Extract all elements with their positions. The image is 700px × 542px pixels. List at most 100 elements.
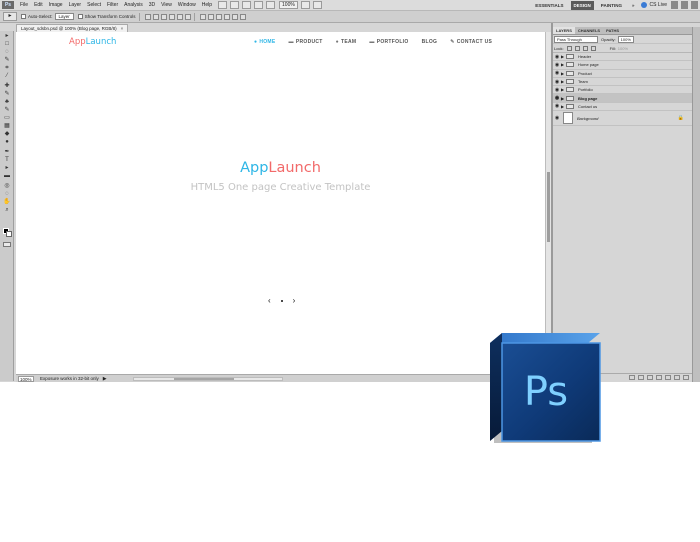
slider-dot[interactable] xyxy=(280,299,283,302)
hand-tool-button[interactable] xyxy=(254,1,264,9)
menu-view[interactable]: View xyxy=(158,2,175,8)
zoom-level-select[interactable]: 100% xyxy=(279,1,298,9)
lasso-tool-icon[interactable]: ◌ xyxy=(3,49,11,55)
auto-select-checkbox[interactable] xyxy=(21,14,26,19)
arrange-documents-button[interactable] xyxy=(300,1,310,9)
horizontal-scrollbar[interactable] xyxy=(132,376,283,381)
lock-pixels-icon[interactable] xyxy=(574,45,580,51)
align-right-icon[interactable] xyxy=(184,13,191,20)
close-document-icon[interactable]: × xyxy=(121,26,124,31)
view-extras-button[interactable] xyxy=(242,1,252,9)
nav-item-product[interactable]: ▬ PRODUCT xyxy=(289,39,323,45)
panel-tab-channels[interactable]: CHANNELS xyxy=(575,27,603,34)
workspace-design[interactable]: DESIGN xyxy=(570,0,594,10)
distribute-top-icon[interactable] xyxy=(199,13,206,20)
distribute-vcenter-icon[interactable] xyxy=(207,13,214,20)
delete-layer-icon[interactable] xyxy=(683,375,689,380)
visibility-eye-icon[interactable]: ◉ xyxy=(553,62,561,68)
adjustment-layer-icon[interactable] xyxy=(656,375,662,380)
healing-brush-tool-icon[interactable]: ✚ xyxy=(3,83,11,89)
move-tool-icon[interactable]: ▸ xyxy=(3,33,11,39)
visibility-eye-icon[interactable]: ◉ xyxy=(553,79,561,85)
menu-help[interactable]: Help xyxy=(199,2,215,8)
auto-select-dropdown[interactable]: Layer xyxy=(54,13,74,20)
nav-item-contact-us[interactable]: ✎ CONTACT US xyxy=(450,39,492,45)
close-window-icon[interactable] xyxy=(691,1,698,9)
background-color-swatch[interactable] xyxy=(6,231,12,237)
new-group-icon[interactable] xyxy=(665,375,671,380)
path-select-tool-icon[interactable]: ▸ xyxy=(3,165,11,171)
layer-row[interactable]: ◉ ▶ Product xyxy=(553,70,692,78)
nav-item-home[interactable]: ● HOME xyxy=(254,39,276,45)
link-layers-icon[interactable] xyxy=(629,375,635,380)
scroll-thumb[interactable] xyxy=(547,172,550,242)
status-menu-arrow-icon[interactable]: ▶ xyxy=(103,376,107,382)
layer-row[interactable]: ◉ ▶ Blog page xyxy=(553,94,692,103)
distribute-bottom-icon[interactable] xyxy=(215,13,222,20)
document-tab[interactable]: Layout_sdsbn.psd @ 100% (Blog page, RGB/… xyxy=(16,24,129,32)
slider-prev-icon[interactable]: ‹ xyxy=(268,296,271,305)
menu-3d[interactable]: 3D xyxy=(146,2,158,8)
zoom-tool-icon[interactable]: ⌕ xyxy=(3,207,11,213)
3d-orbit-tool-icon[interactable]: ◌ xyxy=(3,191,11,197)
hand-tool-icon[interactable]: ✋ xyxy=(3,199,11,205)
workspace-essentials[interactable]: ESSENTIALS xyxy=(532,1,566,10)
marquee-tool-icon[interactable]: □ xyxy=(3,41,11,47)
menu-window[interactable]: Window xyxy=(175,2,199,8)
type-tool-icon[interactable]: T xyxy=(3,157,11,163)
3d-rotate-tool-icon[interactable]: ◎ xyxy=(3,183,11,189)
panel-tab-layers[interactable]: LAYERS xyxy=(553,27,575,34)
layer-mask-icon[interactable] xyxy=(647,375,653,380)
menu-image[interactable]: Image xyxy=(46,2,66,8)
visibility-eye-icon[interactable]: ◉ xyxy=(553,95,561,101)
show-transform-checkbox[interactable] xyxy=(77,14,83,19)
brush-tool-icon[interactable]: ✎ xyxy=(3,91,11,97)
align-left-icon[interactable] xyxy=(168,13,175,20)
workspace-painting[interactable]: PAINTING xyxy=(598,1,625,10)
clone-stamp-tool-icon[interactable]: ♣ xyxy=(3,99,11,105)
distribute-right-icon[interactable] xyxy=(239,13,246,20)
menu-file[interactable]: File xyxy=(17,2,31,8)
layer-row[interactable]: ◉ ▶ Team xyxy=(553,78,692,87)
lock-position-icon[interactable] xyxy=(582,45,588,51)
pen-tool-icon[interactable]: ✒ xyxy=(3,149,11,155)
quick-select-tool-icon[interactable]: ✎ xyxy=(3,57,11,63)
align-hcenter-icon[interactable] xyxy=(176,13,183,20)
layer-row[interactable]: ◉ ▶ Contact us xyxy=(553,103,692,112)
menu-layer[interactable]: Layer xyxy=(66,2,85,8)
layer-style-icon[interactable] xyxy=(638,375,644,380)
menu-analysis[interactable]: Analysis xyxy=(121,2,146,8)
maximize-icon[interactable] xyxy=(681,1,688,9)
quick-mask-button[interactable] xyxy=(3,242,11,247)
cs-live-menu[interactable]: CS Live xyxy=(641,2,667,8)
panel-tab-paths[interactable]: PATHS xyxy=(603,27,622,34)
status-zoom-field[interactable]: 100% xyxy=(18,375,34,382)
visibility-eye-icon[interactable]: ◉ xyxy=(553,70,561,76)
history-brush-tool-icon[interactable]: ✎ xyxy=(3,107,11,113)
nav-item-portfolio[interactable]: ▬ PORTFOLIO xyxy=(369,39,408,45)
document-canvas[interactable]: AppLaunch ● HOME ▬ PRODUCT ● TEAM ▬ PORTFOLIO BL… xyxy=(16,32,545,374)
layer-row[interactable]: ◉ ▶ Portfolio xyxy=(553,86,692,95)
eraser-tool-icon[interactable]: ▭ xyxy=(3,115,11,121)
layer-row-background[interactable]: ◉ Background 🔒 xyxy=(553,111,692,127)
nav-item-blog[interactable]: BLOG xyxy=(422,39,438,45)
lock-all-icon[interactable] xyxy=(590,45,596,51)
lock-transparency-icon[interactable] xyxy=(566,45,572,51)
collapsed-panels-strip[interactable] xyxy=(692,27,700,382)
dodge-tool-icon[interactable]: ● xyxy=(3,139,11,145)
crop-tool-icon[interactable]: ⌗ xyxy=(3,65,11,71)
more-workspaces-button[interactable]: » xyxy=(629,1,638,10)
menu-edit[interactable]: Edit xyxy=(31,2,46,8)
eyedropper-tool-icon[interactable]: ⁄ xyxy=(3,73,11,79)
launch-bridge-button[interactable] xyxy=(218,1,228,9)
nav-item-team[interactable]: ● TEAM xyxy=(336,39,357,45)
menu-select[interactable]: Select xyxy=(84,2,104,8)
gradient-tool-icon[interactable]: ▦ xyxy=(3,123,11,129)
menu-filter[interactable]: Filter xyxy=(104,2,121,8)
new-layer-icon[interactable] xyxy=(674,375,680,380)
layer-row[interactable]: ◉ ▶ Home page xyxy=(553,61,692,70)
align-top-icon[interactable] xyxy=(144,13,151,20)
scroll-thumb[interactable] xyxy=(173,377,234,380)
blur-tool-icon[interactable]: ◆ xyxy=(3,131,11,137)
minimize-icon[interactable] xyxy=(671,1,678,9)
